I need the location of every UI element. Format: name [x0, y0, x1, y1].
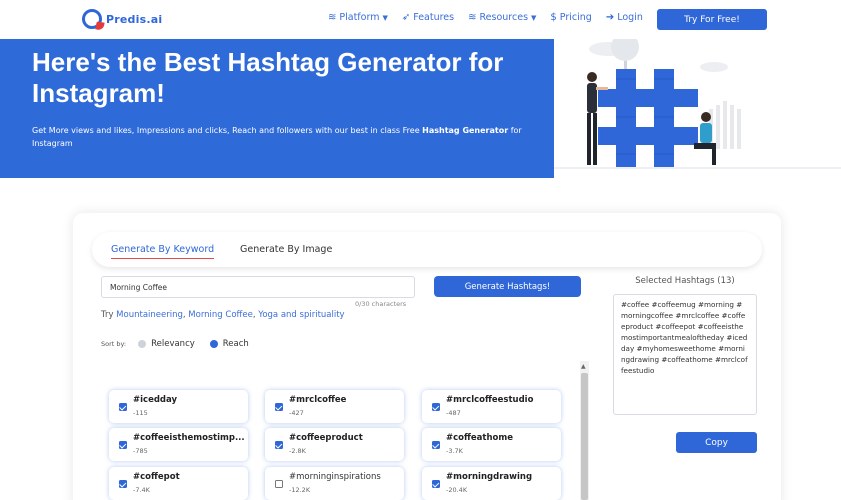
- generate-hashtags-button[interactable]: Generate Hashtags!: [434, 276, 581, 297]
- rocket-icon: ➶: [401, 12, 411, 23]
- hashtag-card[interactable]: #mrclcoffeestudio -487: [422, 390, 561, 423]
- hashtag-card[interactable]: #mrclcoffee -427: [265, 390, 404, 423]
- suggestion-yoga[interactable]: Yoga and spirituality: [258, 310, 344, 320]
- hero-subtitle: Get More views and likes, Impressions an…: [32, 126, 522, 148]
- hashtag-card[interactable]: #icedday -115: [109, 390, 248, 423]
- hashtag-card[interactable]: #morningdrawing -20.4K: [422, 467, 561, 500]
- radio-checked-icon: [209, 340, 218, 348]
- hashtag-list-scrollbar[interactable]: ▲: [580, 361, 589, 500]
- hashtag-card[interactable]: #coffeeproduct -2.8K: [265, 428, 404, 461]
- tab-generate-by-image[interactable]: Generate By Image: [240, 244, 332, 255]
- scroll-up-icon[interactable]: ▲: [581, 363, 586, 370]
- suggestion-morning-coffee[interactable]: Morning Coffee: [188, 310, 253, 320]
- sort-option-reach[interactable]: Reach: [209, 339, 249, 349]
- brand-name: Predis.ai: [106, 12, 163, 26]
- selected-hashtags-title: Selected Hashtags (13): [635, 276, 735, 286]
- login-icon: ➔: [605, 12, 615, 23]
- sort-option-relevancy[interactable]: Relevancy: [138, 339, 195, 349]
- hero-banner: Here's the Best Hashtag Generator for In…: [0, 39, 554, 178]
- hashtag-card[interactable]: #coffepot -7.4K: [109, 467, 248, 500]
- checkbox-checked-icon[interactable]: [275, 441, 283, 449]
- checkbox-checked-icon[interactable]: [275, 403, 283, 411]
- hero-illustration: [554, 39, 841, 178]
- copy-button[interactable]: Copy: [676, 432, 757, 453]
- checkbox-unchecked-icon[interactable]: [275, 480, 283, 488]
- checkbox-checked-icon[interactable]: [119, 480, 127, 488]
- dollar-icon: $: [550, 12, 557, 23]
- sort-label: Sort by:: [101, 340, 127, 348]
- checkbox-checked-icon[interactable]: [119, 403, 127, 411]
- try-for-free-button[interactable]: Try For Free!: [657, 9, 767, 30]
- nav-item-features[interactable]: ➶ Features: [402, 12, 454, 23]
- chat-bubble-icon: [82, 9, 102, 29]
- layers-icon: ≋: [328, 12, 337, 23]
- nav-item-platform[interactable]: ≋ Platform ▼: [328, 12, 388, 23]
- checkbox-checked-icon[interactable]: [432, 403, 440, 411]
- hashtag-card[interactable]: #coffeathome -3.7K: [422, 428, 561, 461]
- nav-links: ≋ Platform ▼ ➶ Features ≋ Resources ▼ $ …: [328, 12, 643, 23]
- hashtag-card[interactable]: #morninginspirations -12.2K: [265, 467, 404, 500]
- checkbox-checked-icon[interactable]: [432, 480, 440, 488]
- nav-item-login[interactable]: ➔ Login: [606, 12, 643, 23]
- hashtag-illustration: [554, 39, 841, 169]
- caret-down-icon: ▼: [382, 13, 388, 22]
- nav-item-resources[interactable]: ≋ Resources ▼: [468, 12, 536, 23]
- checkbox-checked-icon[interactable]: [119, 441, 127, 449]
- tab-generate-by-keyword[interactable]: Generate By Keyword: [111, 244, 215, 259]
- nav-item-pricing[interactable]: $ Pricing: [550, 12, 591, 23]
- suggestion-mountaineering[interactable]: Mountaineering: [116, 310, 183, 320]
- selected-hashtags-textarea[interactable]: #coffee #coffeemug #morning #morningcoff…: [613, 294, 757, 415]
- checkbox-checked-icon[interactable]: [432, 441, 440, 449]
- caret-down-icon: ▼: [531, 13, 537, 22]
- scroll-thumb[interactable]: [581, 373, 588, 500]
- char-count: 0/30 characters: [355, 300, 407, 308]
- top-nav: Predis.ai ≋ Platform ▼ ➶ Features ≋ Reso…: [0, 0, 841, 39]
- brand-logo[interactable]: Predis.ai: [82, 9, 162, 29]
- sort-by: Sort by: Relevancy Reach: [101, 339, 264, 349]
- layers-icon: ≋: [468, 12, 477, 23]
- radio-unchecked-icon: [138, 340, 147, 348]
- try-suggestions: Try Mountaineering, Morning Coffee, Yoga…: [101, 310, 345, 320]
- keyword-input[interactable]: Morning Coffee: [101, 276, 415, 298]
- hashtag-card[interactable]: #coffeeisthemostimp... -785: [109, 428, 248, 461]
- hero-title: Here's the Best Hashtag Generator for In…: [32, 47, 504, 108]
